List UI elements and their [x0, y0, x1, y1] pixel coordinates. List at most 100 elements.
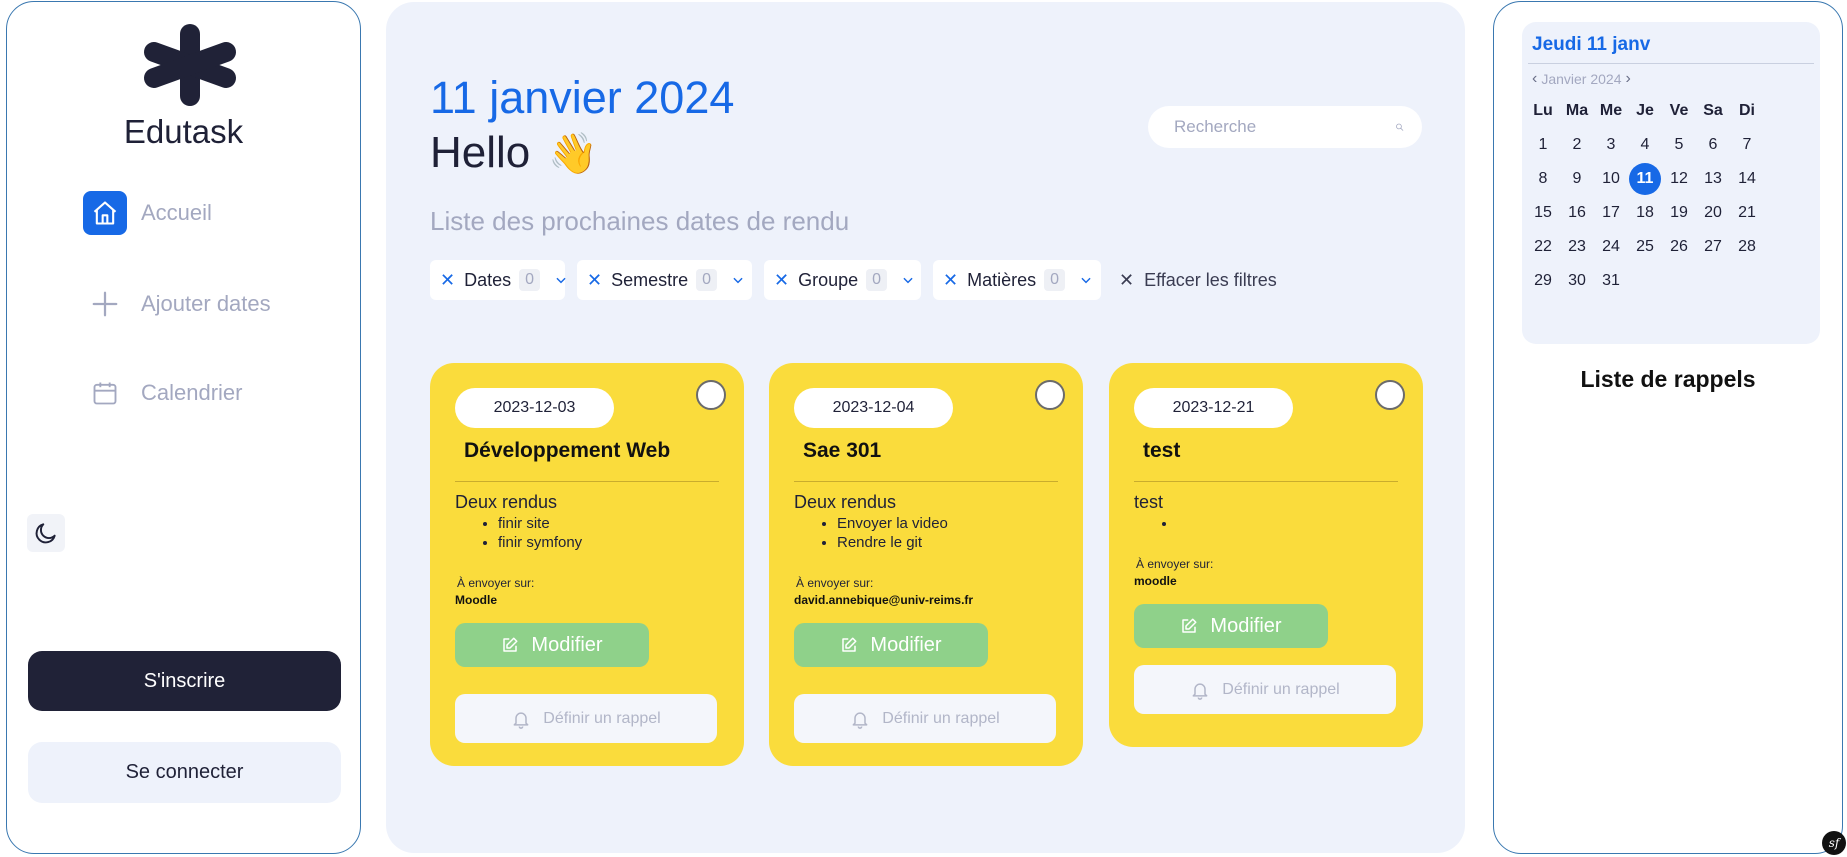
filter-label: Matières — [967, 269, 1037, 290]
clear-filters-button[interactable]: ✕ Effacer les filtres — [1119, 270, 1277, 291]
chevron-down-icon[interactable] — [1079, 273, 1093, 287]
filter-label: Semestre — [611, 269, 689, 290]
calendar-day[interactable]: 30 — [1560, 264, 1594, 298]
set-reminder-button[interactable]: Définir un rappel — [794, 694, 1056, 743]
register-button[interactable]: S'inscrire — [28, 651, 341, 711]
send-value: david.annebique@univ-reims.fr — [794, 593, 974, 607]
card-items — [1159, 514, 1177, 533]
card-done-checkbox[interactable] — [1035, 380, 1065, 410]
calendar-day[interactable]: 4 — [1628, 128, 1662, 162]
card-items: Envoyer la video Rendre le git — [819, 514, 948, 552]
modify-label: Modifier — [1210, 614, 1282, 637]
calendar-day[interactable]: 29 — [1526, 264, 1560, 298]
calendar-day[interactable]: 9 — [1560, 162, 1594, 196]
calendar-day[interactable]: 2 — [1560, 128, 1594, 162]
reminder-label: Définir un rappel — [882, 709, 1000, 727]
bell-icon — [850, 709, 870, 729]
remove-filter-icon[interactable]: ✕ — [774, 270, 789, 291]
calendar-day[interactable]: 23 — [1560, 230, 1594, 264]
calendar-day[interactable]: 31 — [1594, 264, 1628, 298]
calendar-day[interactable]: 1 — [1526, 128, 1560, 162]
card-description: Deux rendus — [455, 492, 558, 512]
calendar-divider — [1528, 63, 1814, 64]
calendar-heading: Jeudi 11 janv — [1532, 34, 1651, 55]
clear-filters-label: Effacer les filtres — [1144, 269, 1277, 290]
calendar-day[interactable]: 3 — [1594, 128, 1628, 162]
moon-icon — [35, 523, 56, 544]
nav-item-ajouter-dates[interactable]: Ajouter dates — [83, 282, 271, 326]
calendar-day[interactable]: 17 — [1594, 196, 1628, 230]
calendar-day[interactable]: 7 — [1730, 128, 1764, 162]
calendar-day[interactable]: 18 — [1628, 196, 1662, 230]
calendar-month-nav: ‹ Janvier 2024 › — [1528, 70, 1635, 88]
card-done-checkbox[interactable] — [1375, 380, 1405, 410]
set-reminder-button[interactable]: Définir un rappel — [1134, 665, 1396, 714]
chevron-left-icon[interactable]: ‹ — [1532, 70, 1537, 88]
calendar-day[interactable]: 26 — [1662, 230, 1696, 264]
bell-icon — [1190, 680, 1210, 700]
calendar-day-today[interactable]: 11 — [1629, 163, 1661, 195]
send-label: À envoyer sur: — [796, 576, 874, 590]
edit-icon — [501, 636, 519, 654]
remove-filter-icon[interactable]: ✕ — [587, 270, 602, 291]
filter-semestre[interactable]: ✕ Semestre 0 — [577, 260, 752, 300]
calendar-day[interactable]: 19 — [1662, 196, 1696, 230]
weekday-label: Me — [1599, 102, 1623, 119]
login-button[interactable]: Se connecter — [28, 742, 341, 803]
reminder-label: Définir un rappel — [1222, 680, 1340, 698]
calendar-day[interactable]: 5 — [1662, 128, 1696, 162]
chevron-down-icon[interactable] — [554, 273, 568, 287]
filter-matieres[interactable]: ✕ Matières 0 — [933, 260, 1101, 300]
filter-groupe[interactable]: ✕ Groupe 0 — [764, 260, 921, 300]
calendar-day[interactable]: 22 — [1526, 230, 1560, 264]
card-divider — [1134, 481, 1398, 482]
calendar-day[interactable]: 25 — [1628, 230, 1662, 264]
calendar-day[interactable]: 10 — [1594, 162, 1628, 196]
card-title: test — [1143, 439, 1181, 462]
calendar-day[interactable]: 12 — [1662, 162, 1696, 196]
search-icon[interactable] — [1395, 118, 1404, 136]
card-divider — [455, 481, 719, 482]
reminders-title: Liste de rappels — [1580, 366, 1756, 392]
symfony-icon[interactable]: sf — [1822, 831, 1846, 855]
set-reminder-button[interactable]: Définir un rappel — [455, 694, 717, 743]
send-label: À envoyer sur: — [457, 576, 535, 590]
deadline-card: 2023-12-03 Développement Web Deux rendus… — [430, 363, 744, 766]
calendar-day[interactable]: 15 — [1526, 196, 1560, 230]
calendar-day[interactable]: 14 — [1730, 162, 1764, 196]
card-description: Deux rendus — [794, 492, 897, 512]
calendar-day[interactable]: 20 — [1696, 196, 1730, 230]
calendar-day[interactable]: 27 — [1696, 230, 1730, 264]
card-description: test — [1134, 492, 1164, 512]
send-value: moodle — [1134, 574, 1177, 588]
filter-count: 0 — [1044, 269, 1066, 291]
nav-item-calendrier[interactable]: Calendrier — [83, 371, 243, 415]
nav-item-accueil[interactable]: Accueil — [83, 191, 212, 235]
remove-filter-icon[interactable]: ✕ — [943, 270, 958, 291]
modify-button[interactable]: Modifier — [455, 623, 649, 667]
theme-toggle-button[interactable] — [27, 514, 65, 552]
chevron-right-icon[interactable]: › — [1626, 70, 1631, 88]
calendar-day[interactable]: 6 — [1696, 128, 1730, 162]
modify-button[interactable]: Modifier — [1134, 604, 1328, 648]
edit-icon — [840, 636, 858, 654]
calendar-day[interactable]: 24 — [1594, 230, 1628, 264]
search-input[interactable] — [1174, 117, 1395, 137]
chevron-down-icon[interactable] — [731, 273, 745, 287]
card-done-checkbox[interactable] — [696, 380, 726, 410]
list-item: Envoyer la video — [837, 514, 948, 533]
calendar-day[interactable]: 8 — [1526, 162, 1560, 196]
calendar-day[interactable]: 21 — [1730, 196, 1764, 230]
calendar-day[interactable]: 13 — [1696, 162, 1730, 196]
weekday-label: Ve — [1669, 102, 1689, 119]
chevron-down-icon[interactable] — [901, 273, 915, 287]
modify-label: Modifier — [870, 633, 942, 656]
card-date: 2023-12-21 — [1134, 388, 1293, 428]
calendar-day[interactable]: 28 — [1730, 230, 1764, 264]
remove-filter-icon[interactable]: ✕ — [440, 270, 455, 291]
modify-button[interactable]: Modifier — [794, 623, 988, 667]
weekday-label: Je — [1636, 102, 1654, 119]
filter-dates[interactable]: ✕ Dates 0 — [430, 260, 568, 300]
calendar-day[interactable]: 16 — [1560, 196, 1594, 230]
list-item: finir symfony — [498, 533, 582, 552]
